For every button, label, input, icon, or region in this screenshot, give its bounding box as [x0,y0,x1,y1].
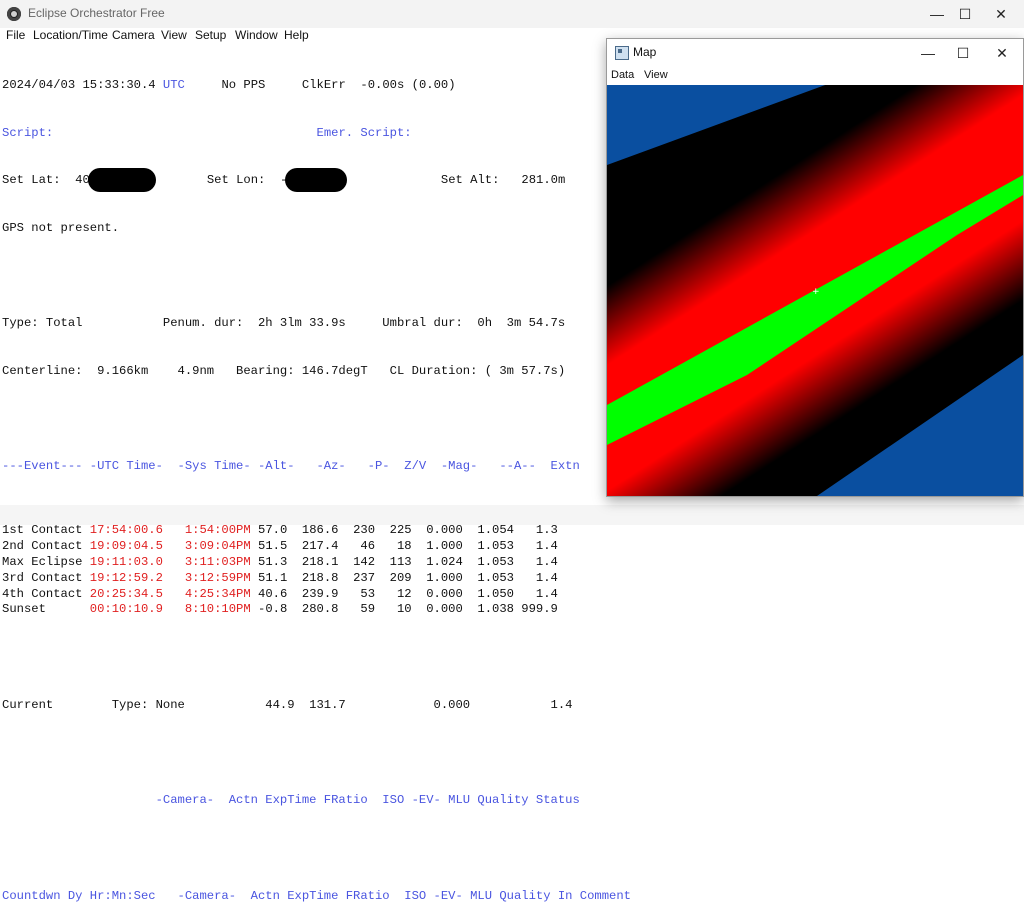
menu-help[interactable]: Help [284,28,309,42]
close-button[interactable]: ✕ [978,0,1024,28]
eclipse-path-map[interactable]: + [607,85,1023,496]
set-lat-label: Set Lat: [2,173,61,188]
set-lon-label: Set Lon: [206,173,266,188]
sys-time: 3:11:03PM [177,554,251,569]
event-name: Max Eclipse [2,554,90,569]
menu-window[interactable]: Window [235,28,278,42]
pps-status: No PPS [221,77,266,92]
sys-time: 3:12:59PM [177,570,251,585]
emer-script-label[interactable]: Emer. Script: [317,126,412,140]
sys-time: 1:54:00PM [177,523,251,538]
map-menu-bar: Data View [607,67,1023,85]
set-alt-label: Set Alt: [440,173,500,188]
event-values: 51.1 218.8 237 209 1.000 1.053 1.4 [250,570,558,585]
set-alt-value: 281.0m [521,173,566,188]
utc-time: 19:11:03.0 [89,554,163,569]
countdown-header: Countdwn Dy Hr:Mn:Sec -Camera- Actn ExpT… [2,888,631,903]
table-row: 1st Contact 17:54:00.6 1:54:00PM 57.0 18… [2,523,631,539]
event-values: 51.3 218.1 142 113 1.024 1.053 1.4 [250,554,558,569]
map-close-button[interactable]: ✕ [979,39,1024,67]
title-bar: Eclipse Orchestrator Free — ☐ ✕ [0,0,1024,28]
event-name: 2nd Contact [2,538,90,553]
map-svg: + [607,85,1023,496]
app-icon [7,7,21,21]
map-title-bar: Map — ☐ ✕ [607,39,1023,67]
status-line-1: 2024/04/03 15:33:30.4 UTC No PPS ClkErr … [2,78,631,94]
script-label[interactable]: Script: [2,126,53,140]
event-name: 1st Contact [2,523,90,538]
status-line-3: Set Lat: 40° Set Lon: -84° Set Alt: 281.… [2,168,631,193]
clock-error: ClkErr -0.00s (0.00) [301,77,456,92]
events-table-header: ---Event--- -UTC Time- -Sys Time- -Alt- … [2,459,580,474]
centerline-line: Centerline: 9.166km 4.9nm Bearing: 146.7… [2,364,566,379]
table-row: 4th Contact 20:25:34.5 4:25:34PM 40.6 23… [2,587,631,603]
redaction-lat [88,168,156,193]
table-row: 2nd Contact 19:09:04.5 3:09:04PM 51.5 21… [2,539,631,555]
menu-setup[interactable]: Setup [195,28,226,42]
utc-time: 20:25:34.5 [89,586,163,601]
utc-time: 17:54:00.6 [89,523,163,538]
table-row: 3rd Contact 19:12:59.2 3:12:59PM 51.1 21… [2,571,631,587]
table-row: Sunset 00:10:10.9 8:10:10PM -0.8 280.8 5… [2,602,631,618]
utc-time: 00:10:10.9 [89,602,163,617]
map-menu-view[interactable]: View [644,69,668,81]
utc-time: 19:12:59.2 [89,570,163,585]
sys-time: 8:10:10PM [177,602,251,617]
location-marker: + [812,287,820,297]
utc-label: UTC [162,77,185,92]
map-window-title: Map [633,45,657,59]
map-window-icon [615,46,629,60]
map-window[interactable]: Map — ☐ ✕ Data View + [606,38,1024,497]
menu-file[interactable]: File [6,28,25,42]
redaction-lon [285,168,347,193]
menu-view[interactable]: View [161,28,187,42]
event-name: 4th Contact [2,586,90,601]
sys-time: 4:25:34PM [177,586,251,601]
eclipse-type-line: Type: Total Penum. dur: 2h 3lm 33.9s Umb… [2,316,566,331]
taskbar-strip [0,505,1024,525]
menu-camera[interactable]: Camera [112,28,155,42]
sys-time: 3:09:04PM [177,538,251,553]
event-values: 57.0 186.6 230 225 0.000 1.054 1.3 [250,523,558,538]
event-name: Sunset [2,602,90,617]
table-row: Max Eclipse 19:11:03.0 3:11:03PM 51.3 21… [2,555,631,571]
status-line-2: Script: Emer. Script: [2,126,631,142]
event-values: -0.8 280.8 59 10 0.000 1.038 999.9 [250,602,558,617]
event-name: 3rd Contact [2,570,90,585]
current-line: Current Type: None 44.9 131.7 0.000 1.4 [2,697,573,712]
menu-location-time[interactable]: Location/Time [33,28,108,42]
status-panel: 2024/04/03 15:33:30.4 UTC No PPS ClkErr … [2,46,631,921]
map-menu-data[interactable]: Data [611,69,634,81]
datetime-value: 2024/04/03 15:33:30.4 [2,77,156,92]
window-title: Eclipse Orchestrator Free [28,6,165,20]
event-values: 51.5 217.4 46 18 1.000 1.053 1.4 [250,538,558,553]
status-line-4: GPS not present. [2,220,120,235]
camera-header: -Camera- Actn ExpTime FRatio ISO -EV- ML… [2,793,580,808]
utc-time: 19:09:04.5 [89,538,163,553]
event-values: 40.6 239.9 53 12 0.000 1.050 1.4 [250,586,558,601]
